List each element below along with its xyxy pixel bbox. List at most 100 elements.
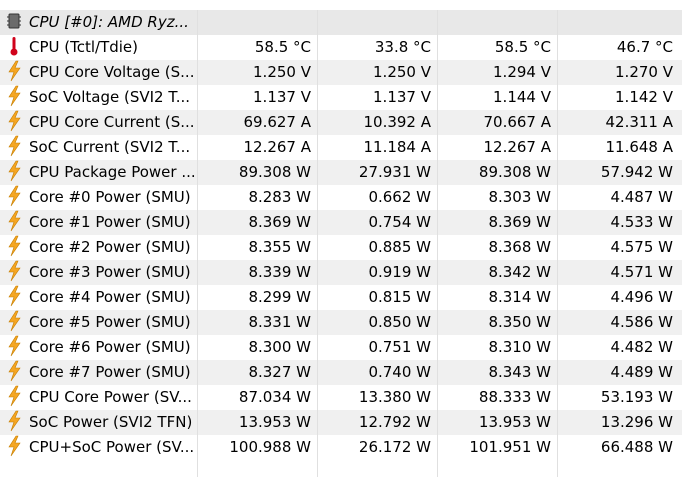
sensor-row[interactable]: Core #4 Power (SMU) 8.299 W 0.815 W 8.314 W… [0, 285, 682, 310]
sensor-value: 33.8 °C [317, 35, 437, 60]
sensor-label: CPU (Tctl/Tdie) [29, 38, 139, 56]
sensor-name-cell: CPU Core Voltage (S... [0, 60, 197, 85]
sensor-value: 8.300 W [197, 335, 317, 360]
sensor-value: 0.885 W [317, 235, 437, 260]
sensor-row[interactable]: SoC Voltage (SVI2 T... 1.137 V 1.137 V 1.14… [0, 85, 682, 110]
sensor-label: Core #5 Power (SMU) [29, 313, 191, 331]
sensor-value: 1.137 V [317, 85, 437, 110]
sensor-value: 69.627 A [197, 110, 317, 135]
sensor-value: 12.792 W [317, 410, 437, 435]
sensor-value: 1.250 V [317, 60, 437, 85]
sensor-name-cell: CPU Core Power (SV... [0, 385, 197, 410]
sensor-value: 4.586 W [557, 310, 677, 335]
sensor-value: 53.193 W [557, 385, 677, 410]
sensor-value: 0.751 W [317, 335, 437, 360]
lightning-icon [8, 185, 21, 206]
sensor-row[interactable]: Core #6 Power (SMU) 8.300 W 0.751 W 8.310 W… [0, 335, 682, 360]
sensor-row[interactable]: Core #5 Power (SMU) 8.331 W 0.850 W 8.350 W… [0, 310, 682, 335]
group-cell-1 [197, 10, 317, 35]
thermometer-icon [10, 36, 18, 55]
sensor-row[interactable]: CPU Core Power (SV... 87.034 W 13.380 W 88.… [0, 385, 682, 410]
sensor-value: 12.267 A [197, 135, 317, 160]
sensor-value: 12.267 A [437, 135, 557, 160]
sensor-value: 0.919 W [317, 260, 437, 285]
sensor-value: 0.754 W [317, 210, 437, 235]
sensor-value: 4.489 W [557, 360, 677, 385]
sensor-row[interactable]: CPU (Tctl/Tdie) 58.5 °C 33.8 °C 58.5 °C 46.7… [0, 35, 682, 60]
column-divider [437, 450, 438, 477]
sensor-name-cell: Core #2 Power (SMU) [0, 235, 197, 260]
sensor-value: 0.662 W [317, 185, 437, 210]
sensor-label: Core #3 Power (SMU) [29, 263, 191, 281]
sensor-row[interactable]: Core #7 Power (SMU) 8.327 W 0.740 W 8.343 W… [0, 360, 682, 385]
sensor-label: CPU+SoC Power (SV... [29, 438, 195, 456]
sensor-value: 8.339 W [197, 260, 317, 285]
sensor-value: 101.951 W [437, 435, 557, 460]
sensor-name-cell: SoC Current (SVI2 T... [0, 135, 197, 160]
lightning-icon [8, 335, 21, 356]
sensor-value: 70.667 A [437, 110, 557, 135]
sensor-row[interactable]: Core #2 Power (SMU) 8.355 W 0.885 W 8.368 W… [0, 235, 682, 260]
sensor-table: CPU [#0]: AMD Ryz... CPU (Tctl/Tdie) 58.5… [0, 0, 682, 477]
sensor-row[interactable]: CPU Core Voltage (S... 1.250 V 1.250 V 1.29… [0, 60, 682, 85]
sensor-row[interactable]: CPU Package Power ... 89.308 W 27.931 W 89.… [0, 160, 682, 185]
sensor-value: 10.392 A [317, 110, 437, 135]
sensor-value: 4.482 W [557, 335, 677, 360]
sensor-value: 8.369 W [197, 210, 317, 235]
sensor-value: 8.310 W [437, 335, 557, 360]
sensor-name-cell: SoC Power (SVI2 TFN) [0, 410, 197, 435]
group-name-cell: CPU [#0]: AMD Ryz... [0, 10, 197, 35]
sensor-row[interactable]: CPU Core Current (S... 69.627 A 10.392 A 70… [0, 110, 682, 135]
sensor-name-cell: Core #0 Power (SMU) [0, 185, 197, 210]
sensor-value: 11.184 A [317, 135, 437, 160]
sensor-value: 4.496 W [557, 285, 677, 310]
sensor-label: Core #6 Power (SMU) [29, 338, 191, 356]
sensor-value: 11.648 A [557, 135, 677, 160]
sensor-row[interactable]: Core #1 Power (SMU) 8.369 W 0.754 W 8.369 W… [0, 210, 682, 235]
sensor-label: Core #7 Power (SMU) [29, 363, 191, 381]
lightning-icon [8, 235, 21, 256]
sensor-value: 8.355 W [197, 235, 317, 260]
sensor-value: 1.250 V [197, 60, 317, 85]
sensor-value: 58.5 °C [197, 35, 317, 60]
lightning-icon [8, 135, 21, 156]
sensor-row[interactable]: SoC Power (SVI2 TFN) 13.953 W 12.792 W 13.9… [0, 410, 682, 435]
sensor-value: 4.533 W [557, 210, 677, 235]
sensor-label: SoC Power (SVI2 TFN) [29, 413, 193, 431]
sensor-value: 1.294 V [437, 60, 557, 85]
sensor-name-cell: Core #1 Power (SMU) [0, 210, 197, 235]
lightning-icon [8, 410, 21, 431]
sensor-label: Core #1 Power (SMU) [29, 213, 191, 231]
lightning-icon [8, 260, 21, 281]
sensor-group-header[interactable]: CPU [#0]: AMD Ryz... [0, 10, 682, 35]
sensor-value: 27.931 W [317, 160, 437, 185]
sensor-value: 8.369 W [437, 210, 557, 235]
sensor-name-cell: Core #7 Power (SMU) [0, 360, 197, 385]
sensor-value: 8.342 W [437, 260, 557, 285]
sensor-value: 89.308 W [197, 160, 317, 185]
lightning-icon [8, 110, 21, 131]
sensor-value: 13.380 W [317, 385, 437, 410]
sensor-row[interactable]: CPU+SoC Power (SV... 100.988 W 26.172 W 101… [0, 435, 682, 460]
column-divider [317, 450, 318, 477]
sensor-row[interactable]: SoC Current (SVI2 T... 12.267 A 11.184 A 12… [0, 135, 682, 160]
sensor-row[interactable]: Core #0 Power (SMU) 8.283 W 0.662 W 8.303 W… [0, 185, 682, 210]
sensor-name-cell: SoC Voltage (SVI2 T... [0, 85, 197, 110]
sensor-row[interactable]: Core #3 Power (SMU) 8.339 W 0.919 W 8.342 W… [0, 260, 682, 285]
sensor-name-cell: CPU (Tctl/Tdie) [0, 35, 197, 60]
sensor-value: 4.487 W [557, 185, 677, 210]
sensor-value: 8.314 W [437, 285, 557, 310]
group-label: CPU [#0]: AMD Ryz... [29, 13, 189, 31]
sensor-value: 13.953 W [437, 410, 557, 435]
sensor-value: 8.327 W [197, 360, 317, 385]
sensor-value: 13.296 W [557, 410, 677, 435]
sensor-value: 88.333 W [437, 385, 557, 410]
chip-icon [7, 13, 21, 28]
sensor-name-cell: Core #3 Power (SMU) [0, 260, 197, 285]
sensor-name-cell: CPU Package Power ... [0, 160, 197, 185]
lightning-icon [8, 360, 21, 381]
group-cell-4 [557, 10, 677, 35]
lightning-icon [8, 285, 21, 306]
sensor-label: SoC Current (SVI2 T... [29, 138, 191, 156]
sensor-value: 42.311 A [557, 110, 677, 135]
